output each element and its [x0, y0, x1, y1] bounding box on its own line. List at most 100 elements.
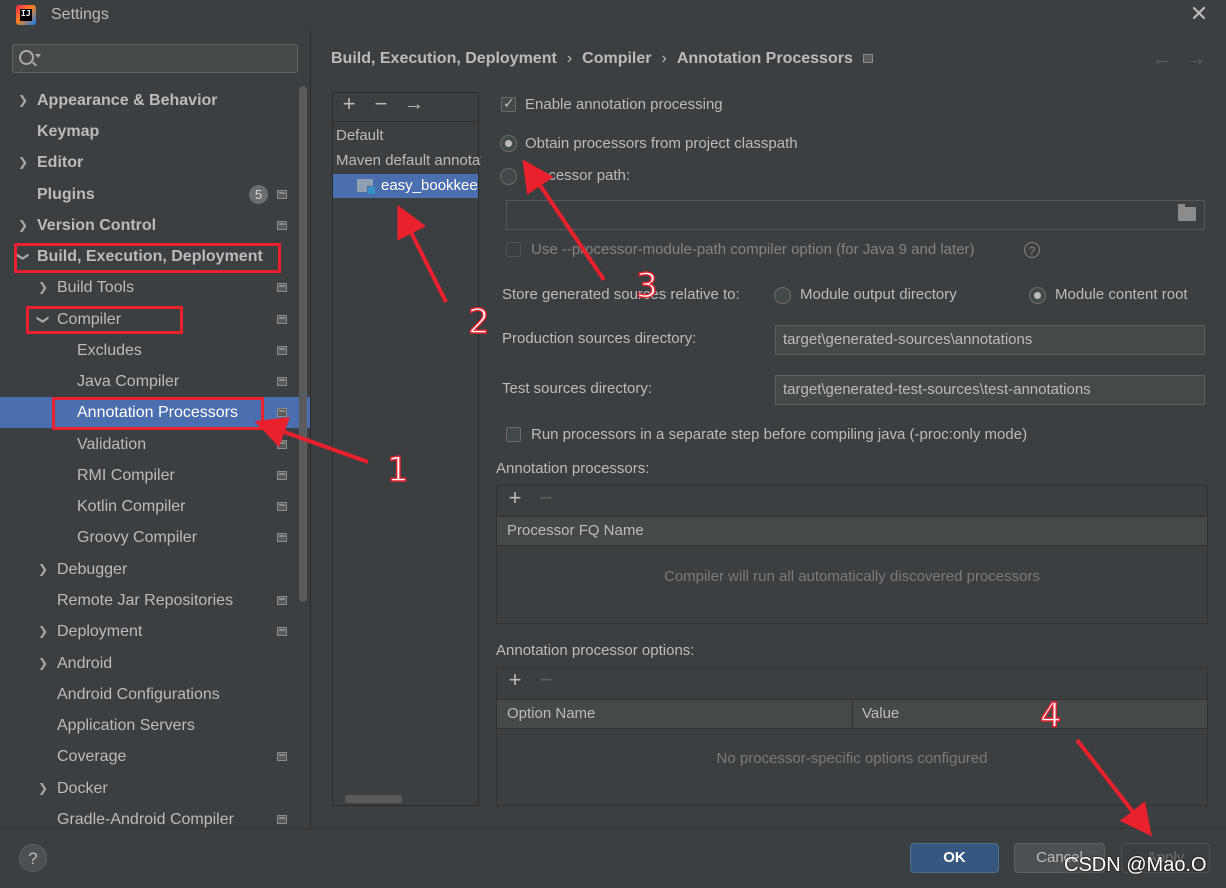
chevron-right-icon[interactable]: ❯ [17, 85, 29, 116]
test-sources-directory-input[interactable]: target\generated-test-sources\test-annot… [775, 375, 1205, 405]
sidebar-item-label: Java Compiler [77, 373, 180, 390]
profiles-toolbar: + − → [333, 91, 478, 122]
browse-folder-icon[interactable] [1178, 204, 1196, 221]
settings-search-input[interactable] [45, 48, 294, 70]
processor-module-path-checkbox[interactable] [506, 242, 521, 257]
chevron-right-icon[interactable]: ❯ [37, 773, 49, 804]
sidebar-item-excludes[interactable]: Excludes [0, 335, 300, 366]
window-title: Settings [51, 6, 109, 23]
table-toolbar: + − [497, 485, 1207, 514]
option-name-column-header[interactable]: Option Name [507, 700, 595, 728]
annotation-processors-title: Annotation processors: [496, 460, 650, 477]
processor-path-field[interactable] [506, 200, 1205, 230]
chevron-right-icon[interactable]: ❯ [17, 147, 29, 178]
chevron-right-icon[interactable]: ❯ [37, 648, 49, 679]
annotation-highlight-annotation-processors [52, 397, 264, 430]
profile-item-maven-default[interactable]: Maven default annotation processors prof… [333, 149, 481, 173]
separate-step-label: Run processors in a separate step before… [531, 426, 1028, 443]
sidebar-item-android-configurations[interactable]: Android Configurations [0, 679, 300, 710]
column-divider[interactable] [852, 700, 853, 728]
watermark-text: CSDN @Mao.O [1064, 854, 1207, 876]
close-icon[interactable]: ✕ [1188, 2, 1210, 26]
sidebar-item-application-servers[interactable]: Application Servers [0, 710, 300, 741]
sidebar-item-validation[interactable]: Validation [0, 429, 300, 460]
chevron-right-icon[interactable]: ❯ [37, 272, 49, 303]
forward-arrow-icon[interactable]: → [1186, 48, 1206, 71]
move-to-profile-button[interactable]: → [402, 93, 426, 116]
profile-item-default[interactable]: Default [333, 124, 481, 148]
value-column-header[interactable]: Value [862, 700, 899, 728]
sidebar-item-build-tools[interactable]: ❯ Build Tools [0, 272, 300, 303]
project-level-icon [277, 408, 287, 417]
breadcrumb-item: Annotation Processors [676, 50, 853, 67]
profile-item-easy-bookkeeping[interactable]: easy_bookkeeping [333, 174, 478, 198]
remove-processor-button: − [539, 485, 553, 510]
sidebar-item-deployment[interactable]: ❯ Deployment [0, 616, 300, 647]
processor-path-radio[interactable] [500, 168, 517, 185]
sidebar-item-label: Editor [37, 154, 84, 171]
sidebar-item-kotlin-compiler[interactable]: Kotlin Compiler [0, 491, 300, 522]
ok-button[interactable]: OK [910, 843, 999, 873]
sidebar-item-label: Docker [57, 780, 108, 797]
help-question-icon[interactable]: ? [1024, 242, 1040, 258]
add-option-button[interactable]: + [503, 667, 527, 693]
breadcrumb: Build, Execution, Deployment › Compiler › An… [331, 50, 873, 72]
sidebar-item-editor[interactable]: ❯ Editor [0, 147, 300, 178]
sidebar-item-remote-jar-repositories[interactable]: Remote Jar Repositories [0, 585, 300, 616]
project-level-icon [277, 377, 287, 386]
sidebar-item-label: Android [57, 655, 113, 672]
project-level-icon [277, 533, 287, 542]
annotation-number-4: 4 [1039, 695, 1062, 736]
sidebar-item-plugins[interactable]: Plugins 5 [0, 179, 300, 210]
processor-options-table: + − Option Name Value No processor-speci… [496, 667, 1208, 806]
profiles-horizontal-scrollbar[interactable] [345, 795, 402, 803]
project-level-icon [862, 54, 873, 64]
module-content-root-label: Module content root [1055, 286, 1188, 303]
sidebar-scrollbar[interactable] [299, 86, 307, 602]
settings-search-box[interactable] [12, 44, 298, 73]
annotation-processors-table: + − Processor FQ Name Compiler will run … [496, 485, 1208, 624]
sidebar-item-label: Debugger [57, 561, 128, 578]
sidebar-item-keymap[interactable]: Keymap [0, 116, 300, 147]
sidebar-item-gradle-android-compiler[interactable]: Gradle-Android Compiler [0, 804, 300, 828]
processor-path-label: Processor path: [525, 167, 631, 184]
sidebar-item-docker[interactable]: ❯ Docker [0, 773, 300, 804]
add-processor-button[interactable]: + [503, 485, 527, 511]
sidebar-item-android[interactable]: ❯ Android [0, 648, 300, 679]
annotation-processor-options-title: Annotation processor options: [496, 642, 695, 659]
profile-item-label: easy_bookkeeping [381, 177, 478, 194]
back-arrow-icon[interactable]: ← [1152, 48, 1172, 71]
sidebar-item-rmi-compiler[interactable]: RMI Compiler [0, 460, 300, 491]
production-sources-directory-input[interactable]: target\generated-sources\annotations [775, 325, 1205, 355]
sidebar-item-label: Plugins [37, 186, 95, 203]
breadcrumb-separator-icon: › [566, 50, 573, 67]
search-history-dropdown-icon[interactable] [35, 54, 41, 58]
sidebar-item-label: RMI Compiler [77, 467, 175, 484]
sidebar-item-label: Coverage [57, 748, 127, 765]
sidebar-item-java-compiler[interactable]: Java Compiler [0, 366, 300, 397]
module-output-directory-radio[interactable] [774, 287, 791, 304]
sidebar-item-label: Build Tools [57, 279, 135, 296]
chevron-right-icon[interactable]: ❯ [37, 616, 49, 647]
remove-profile-button[interactable]: − [369, 91, 393, 117]
help-button[interactable]: ? [19, 844, 47, 872]
processor-module-path-label: Use --processor-module-path compiler opt… [531, 241, 975, 258]
sidebar-item-coverage[interactable]: Coverage [0, 741, 300, 772]
chevron-right-icon[interactable]: ❯ [17, 210, 29, 241]
obtain-from-classpath-radio[interactable] [500, 135, 517, 152]
plugins-update-count-badge: 5 [249, 185, 268, 204]
module-content-root-radio[interactable] [1029, 287, 1046, 304]
sidebar-item-appearance-behavior[interactable]: ❯ Appearance & Behavior [0, 85, 300, 116]
processor-fq-name-column-header[interactable]: Processor FQ Name [497, 516, 1207, 546]
sidebar-item-groovy-compiler[interactable]: Groovy Compiler [0, 522, 300, 553]
test-sources-directory-label: Test sources directory: [502, 380, 653, 397]
add-profile-button[interactable]: + [337, 91, 361, 117]
chevron-right-icon[interactable]: ❯ [37, 554, 49, 585]
enable-annotation-processing-checkbox[interactable] [501, 95, 516, 112]
sidebar-item-debugger[interactable]: ❯ Debugger [0, 554, 300, 585]
options-empty-text: No processor-specific options configured [716, 750, 988, 767]
annotation-number-2: 2 [467, 301, 490, 342]
options-table-header: Option Name Value [497, 699, 1207, 729]
separate-step-checkbox[interactable] [506, 427, 521, 442]
sidebar-item-version-control[interactable]: ❯ Version Control [0, 210, 300, 241]
